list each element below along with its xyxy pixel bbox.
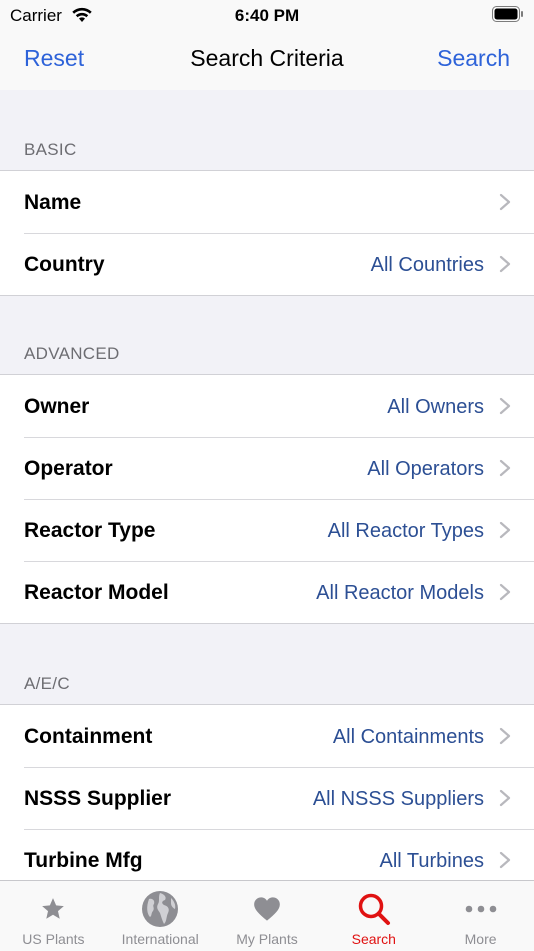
clock-time: 6:40 PM: [234, 6, 300, 25]
row-operator[interactable]: Operator All Operators: [0, 437, 534, 499]
status-bar: Carrier 6:40 PM: [0, 0, 534, 30]
row-owner[interactable]: Owner All Owners: [0, 375, 534, 437]
tab-label: Search: [351, 931, 396, 947]
tab-label: More: [464, 931, 497, 947]
tab-search[interactable]: Search: [320, 881, 427, 951]
row-nsss-supplier[interactable]: NSSS Supplier All NSSS Suppliers: [0, 767, 534, 829]
tab-label: My Plants: [236, 931, 298, 947]
chevron-right-icon: [499, 255, 511, 273]
row-country[interactable]: Country All Countries: [0, 233, 534, 295]
row-value: All Owners: [387, 396, 484, 418]
chevron-right-icon: [499, 521, 511, 539]
criteria-list[interactable]: BASIC Name Country All Countries ADVANCE…: [0, 90, 534, 880]
section-advanced: Owner All Owners Operator All Operators …: [0, 374, 534, 624]
tab-more[interactable]: More: [427, 881, 534, 951]
row-label: Country: [24, 253, 105, 276]
row-reactor-type[interactable]: Reactor Type All Reactor Types: [0, 499, 534, 561]
tab-label: US Plants: [22, 931, 85, 947]
row-value: All Countries: [370, 254, 484, 276]
section-header-aec: A/E/C: [24, 674, 70, 693]
search-icon: [320, 889, 427, 929]
row-value: All Reactor Types: [327, 520, 484, 542]
row-reactor-model[interactable]: Reactor Model All Reactor Models: [0, 561, 534, 623]
row-value: All Operators: [367, 458, 484, 480]
tab-international[interactable]: International: [107, 881, 214, 951]
row-label: Containment: [24, 725, 153, 748]
tab-my-plants[interactable]: My Plants: [214, 881, 321, 951]
row-label: Name: [24, 191, 82, 214]
row-label: Turbine Mfg: [24, 849, 143, 872]
chevron-right-icon: [499, 851, 511, 869]
row-containment[interactable]: Containment All Containments: [0, 705, 534, 767]
row-label: Operator: [24, 457, 113, 480]
navigation-bar: Reset Search Criteria Search: [0, 30, 534, 90]
chevron-right-icon: [499, 789, 511, 807]
tab-us-plants[interactable]: US Plants: [0, 881, 107, 951]
battery-icon: [492, 6, 524, 22]
chevron-right-icon: [499, 727, 511, 745]
chevron-right-icon: [499, 397, 511, 415]
row-value: All Containments: [332, 726, 484, 748]
row-value: All Turbines: [379, 850, 485, 872]
row-label: NSSS Supplier: [24, 787, 172, 810]
row-name[interactable]: Name: [0, 171, 534, 233]
globe-icon: [107, 889, 214, 929]
tab-label: International: [121, 931, 199, 947]
search-button[interactable]: Search: [437, 45, 510, 72]
tab-bar: US Plants International My Plants Search…: [0, 880, 534, 951]
row-turbine-mfg[interactable]: Turbine Mfg All Turbines: [0, 829, 534, 880]
section-aec: Containment All Containments NSSS Suppli…: [0, 704, 534, 880]
chevron-right-icon: [499, 459, 511, 477]
row-label: Reactor Model: [24, 581, 169, 604]
section-header-basic: BASIC: [24, 140, 77, 159]
row-value: All NSSS Suppliers: [312, 788, 484, 810]
row-label: Owner: [24, 395, 90, 418]
heart-icon: [214, 889, 321, 929]
section-basic: Name Country All Countries: [0, 170, 534, 296]
row-value: All Reactor Models: [316, 582, 484, 604]
more-icon: [427, 889, 534, 929]
section-header-advanced: ADVANCED: [24, 344, 120, 363]
row-label: Reactor Type: [24, 519, 156, 542]
chevron-right-icon: [499, 583, 511, 601]
chevron-right-icon: [499, 193, 511, 211]
star-icon: [0, 889, 107, 929]
